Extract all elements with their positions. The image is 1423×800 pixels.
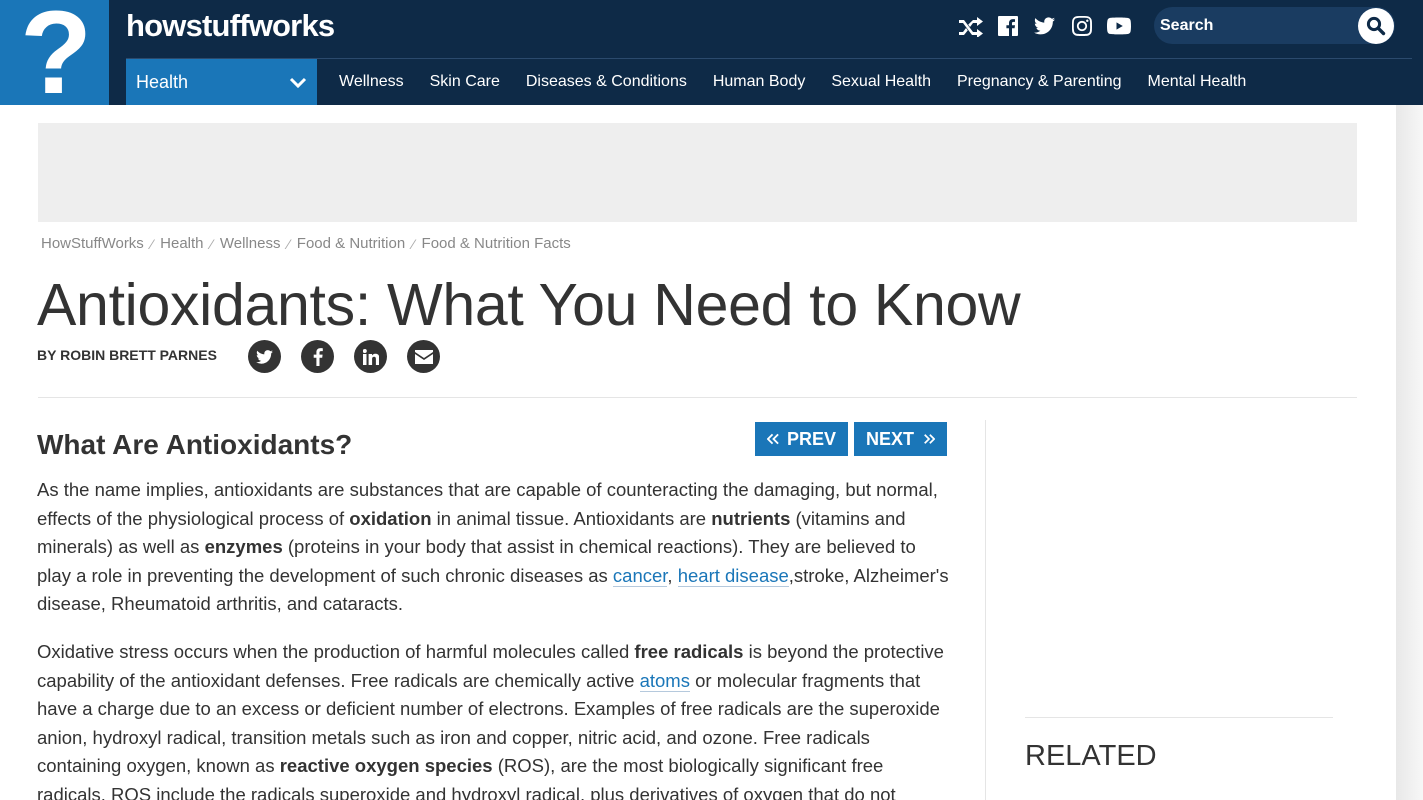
site-wordmark[interactable]: howstuffworks <box>126 8 335 44</box>
channel-dropdown[interactable]: Health <box>126 59 317 105</box>
breadcrumb-separator: ⁄ <box>287 235 290 252</box>
text-run: Oxidative stress occurs when the product… <box>37 640 635 662</box>
page-title: Antioxidants: What You Need to Know <box>37 272 1021 338</box>
search-button[interactable] <box>1358 8 1394 44</box>
nav-item-human-body[interactable]: Human Body <box>700 73 819 91</box>
site-logo[interactable]: ? <box>0 0 109 105</box>
article-body: As the name implies, antioxidants are su… <box>37 476 952 800</box>
related-divider <box>1025 717 1333 718</box>
share-twitter-button[interactable] <box>248 340 281 373</box>
section-heading: What Are Antioxidants? <box>37 429 353 460</box>
breadcrumb-separator: ⁄ <box>150 235 154 252</box>
bold-term: nutrients <box>711 507 791 529</box>
double-chevron-right-icon <box>924 434 935 444</box>
link-heart-disease[interactable]: heart disease <box>677 564 789 587</box>
text-run: , <box>667 564 678 586</box>
ad-banner <box>38 123 1357 222</box>
article-paragraph: As the name implies, antioxidants are su… <box>37 476 952 619</box>
youtube-icon[interactable] <box>1100 12 1137 40</box>
nav-item-pregnancy-parenting[interactable]: Pregnancy & Parenting <box>944 73 1135 91</box>
page-edge-shade <box>1396 105 1423 800</box>
breadcrumb-item[interactable]: Health <box>160 235 203 252</box>
breadcrumb-separator: ⁄ <box>210 235 213 252</box>
linkedin-icon <box>362 348 379 365</box>
next-page-button[interactable]: NEXT <box>854 422 947 456</box>
nav-item-skin-care[interactable]: Skin Care <box>417 73 513 91</box>
search-icon <box>1366 16 1386 36</box>
shuffle-icon[interactable] <box>952 12 989 40</box>
facebook-icon[interactable] <box>989 12 1026 40</box>
twitter-icon <box>256 349 273 364</box>
share-email-button[interactable] <box>407 340 440 373</box>
nav-item-mental-health[interactable]: Mental Health <box>1135 73 1260 91</box>
prev-page-button[interactable]: PREV <box>755 422 848 456</box>
twitter-icon[interactable] <box>1026 12 1063 40</box>
nav-item-wellness[interactable]: Wellness <box>326 73 417 91</box>
breadcrumb-item[interactable]: Food & Nutrition Facts <box>422 235 571 252</box>
share-bar <box>248 340 440 373</box>
author-byline[interactable]: BY ROBIN BRETT PARNES <box>37 347 217 363</box>
nav-item-sexual-health[interactable]: Sexual Health <box>818 73 944 91</box>
header-icon-group <box>952 12 1137 40</box>
text-run: in animal tissue. Antioxidants are <box>431 507 712 529</box>
chevron-down-icon <box>289 77 307 89</box>
article-paragraph: Oxidative stress occurs when the product… <box>37 638 952 800</box>
double-chevron-left-icon <box>767 433 779 445</box>
nav-item-diseases-conditions[interactable]: Diseases & Conditions <box>513 73 700 91</box>
search-box <box>1154 7 1395 44</box>
site-header: ? howstuffworks Health Wellness Skin Car… <box>0 0 1423 105</box>
share-linkedin-button[interactable] <box>354 340 387 373</box>
breadcrumb-item[interactable]: Food & Nutrition <box>297 235 405 252</box>
bold-term: enzymes <box>204 536 283 558</box>
breadcrumb-item[interactable]: Wellness <box>220 235 281 252</box>
header-divider-line <box>38 397 1357 398</box>
prev-label: PREV <box>786 428 836 449</box>
breadcrumb: HowStuffWorks ⁄ Health ⁄ Wellness ⁄ Food… <box>41 235 571 252</box>
next-label: NEXT <box>866 428 915 449</box>
logo-question-mark: ? <box>20 0 93 105</box>
search-input[interactable] <box>1160 7 1355 44</box>
bold-term: free radicals <box>634 640 744 662</box>
related-heading: RELATED <box>1025 740 1157 772</box>
bold-term: oxidation <box>349 507 432 529</box>
link-cancer[interactable]: cancer <box>612 564 668 587</box>
breadcrumb-separator: ⁄ <box>412 235 415 252</box>
article-pager: PREV NEXT <box>755 422 947 456</box>
share-facebook-button[interactable] <box>301 340 334 373</box>
bold-term: reactive oxygen species <box>279 755 493 777</box>
channel-label: Health <box>136 71 189 92</box>
sidebar-divider <box>985 420 986 800</box>
breadcrumb-item[interactable]: HowStuffWorks <box>41 235 144 252</box>
email-icon <box>414 349 433 364</box>
facebook-icon <box>313 347 323 366</box>
instagram-icon[interactable] <box>1063 12 1100 40</box>
link-atoms[interactable]: atoms <box>639 669 690 692</box>
category-nav: Wellness Skin Care Diseases & Conditions… <box>326 59 1259 105</box>
